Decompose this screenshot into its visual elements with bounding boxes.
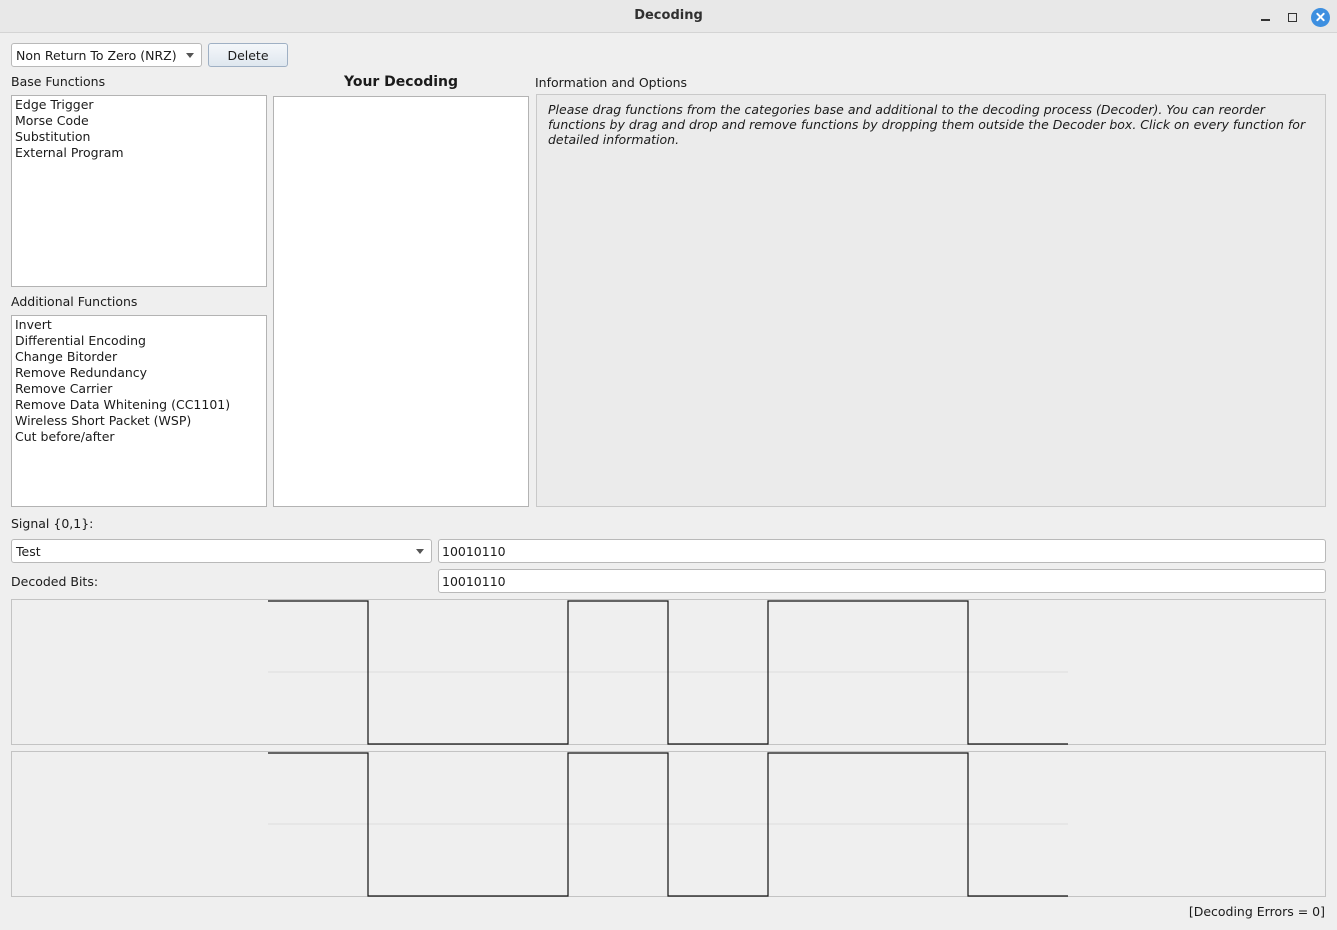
decoded-waveform [268,752,1068,897]
decoded-bits-value: 10010110 [442,573,506,589]
window-title: Decoding [634,8,703,23]
list-item[interactable]: Remove Data Whitening (CC1101) [15,397,263,413]
list-item[interactable]: Change Bitorder [15,349,263,365]
signal-select-value: Test [16,543,41,559]
list-item[interactable]: Remove Carrier [15,381,263,397]
signal-select[interactable]: Test [11,539,432,563]
close-icon[interactable] [1310,7,1330,27]
additional-functions-list[interactable]: Invert Differential Encoding Change Bitord… [11,315,267,507]
signal-bits-field[interactable]: 10010110 [438,539,1326,563]
list-item[interactable]: Remove Redundancy [15,365,263,381]
additional-functions-label: Additional Functions [11,294,138,309]
decoder-select-value: Non Return To Zero (NRZ) [16,47,177,63]
list-item[interactable]: Morse Code [15,113,263,129]
info-panel: Please drag functions from the categorie… [536,94,1326,507]
decoded-bits-label: Decoded Bits: [11,574,99,589]
list-item[interactable]: Invert [15,317,263,333]
decoder-heading: Your Decoding [343,74,459,90]
delete-button[interactable]: Delete [208,43,288,67]
decoder-select[interactable]: Non Return To Zero (NRZ) [11,43,202,67]
decoder-list[interactable] [273,96,529,507]
decoding-errors-status: [Decoding Errors = 0] [1188,904,1325,919]
info-label: Information and Options [535,75,688,90]
minimize-icon[interactable] [1255,7,1275,27]
chevron-down-icon [416,549,424,554]
info-text: Please drag functions from the categorie… [548,102,1306,147]
list-item[interactable]: Differential Encoding [15,333,263,349]
list-item[interactable]: Substitution [15,129,263,145]
list-item[interactable]: Wireless Short Packet (WSP) [15,413,263,429]
decoded-bits-field[interactable]: 10010110 [438,569,1326,593]
signal-bits-value: 10010110 [442,543,506,559]
maximize-icon[interactable] [1282,7,1302,27]
signal-plot [11,599,1326,745]
base-functions-list[interactable]: Edge Trigger Morse Code Substitution Extern… [11,95,267,287]
decoded-plot [11,751,1326,897]
base-functions-label: Base Functions [11,74,106,89]
list-item[interactable]: External Program [15,145,263,161]
chevron-down-icon [186,53,194,58]
title-bar: Decoding [0,0,1337,33]
list-item[interactable]: Cut before/after [15,429,263,445]
signal-label: Signal {0,1}: [11,516,94,531]
list-item[interactable]: Edge Trigger [15,97,263,113]
signal-waveform [268,600,1068,745]
